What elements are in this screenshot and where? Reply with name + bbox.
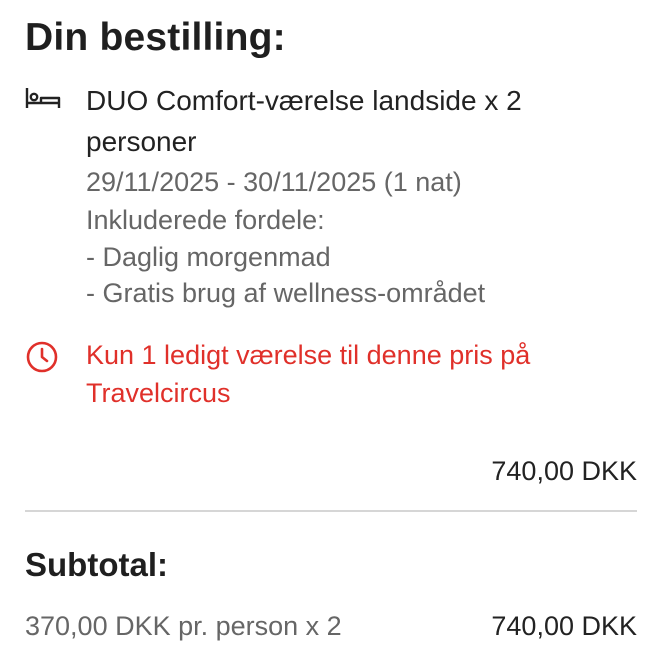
bed-icon: [25, 86, 61, 110]
subtotal-label: Subtotal:: [25, 546, 168, 583]
availability-alert-text: Kun 1 ledigt værelse til denne pris på T…: [86, 340, 531, 408]
room-name: DUO Comfort-værelse landside x 2 persone…: [86, 85, 522, 157]
divider: [25, 510, 637, 512]
perk-item: - Daglig morgenmad: [86, 242, 331, 272]
room-price: 740,00 DKK: [491, 456, 637, 486]
clock-icon: [25, 340, 59, 374]
room-dates: 29/11/2025 - 30/11/2025 (1 nat): [86, 167, 462, 197]
subtotal-price: 740,00 DKK: [491, 611, 637, 641]
per-person-price: 370,00 DKK pr. person x 2: [25, 611, 342, 641]
order-title: Din bestilling:: [25, 16, 286, 59]
perks-title: Inkluderede fordele:: [86, 205, 325, 235]
perk-item: - Gratis brug af wellness-området: [86, 278, 486, 308]
room-details: DUO Comfort-værelse landside x 2 persone…: [86, 80, 626, 311]
